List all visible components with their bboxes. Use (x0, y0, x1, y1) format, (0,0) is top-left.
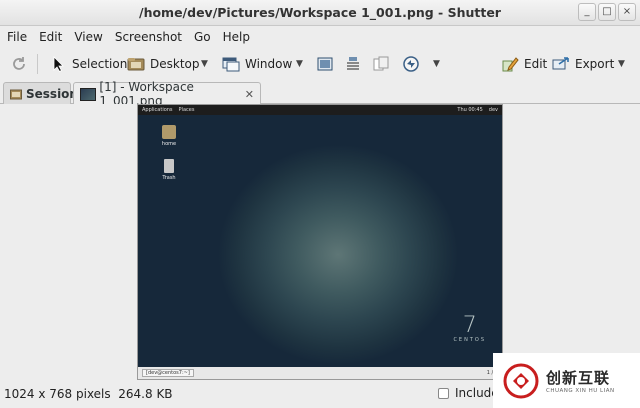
preview-home-icon: home (154, 125, 184, 147)
globe-icon (402, 55, 420, 73)
refresh-button[interactable] (10, 51, 28, 77)
window-title: /home/dev/Pictures/Workspace 1_001.png -… (139, 5, 501, 20)
desktop-dropdown-chevron-icon[interactable]: ▼ (201, 59, 208, 69)
preview-user: dev (488, 107, 498, 113)
tooltip-capture-button[interactable] (344, 51, 362, 77)
globe-capture-button[interactable] (402, 51, 420, 77)
cursor-arrow-icon (49, 55, 67, 73)
export-label: Export (575, 57, 615, 71)
tab-bar: Session [1] - Workspace 1_001.png ✕ (0, 80, 640, 108)
tab-session[interactable]: Session (3, 82, 78, 104)
desktop-button[interactable]: Desktop (127, 51, 200, 77)
tab-workspace-image[interactable]: [1] - Workspace 1_001.png ✕ (73, 80, 261, 108)
image-info: 1024 x 768 pixels 264.8 KB (4, 387, 173, 401)
image-view-area[interactable]: Applications Places Thu 00:45 dev home T… (0, 104, 640, 380)
watermark-icon (503, 363, 539, 398)
menu-screenshot[interactable]: Screenshot (115, 30, 182, 44)
refresh-icon (10, 55, 28, 73)
watermark-english: CHUANG XIN HU LIAN (546, 388, 615, 394)
web-capture-button[interactable] (372, 51, 390, 77)
preview-trash-icon: Trash (154, 159, 184, 181)
window-icon (222, 55, 240, 73)
export-icon (552, 55, 570, 73)
export-dropdown-chevron-icon[interactable]: ▼ (618, 59, 625, 69)
edit-button[interactable]: Edit (501, 51, 547, 77)
window-label: Window (245, 57, 293, 71)
desktop-label: Desktop (150, 57, 200, 71)
include-cursor-option[interactable]: Include (438, 386, 499, 400)
preview-top-panel: Applications Places Thu 00:45 dev (138, 105, 502, 115)
preview-places: Places (178, 107, 195, 113)
menu-bar: File Edit View Screenshot Go Help (0, 26, 640, 48)
tab-close-icon[interactable]: ✕ (245, 88, 254, 101)
window-button[interactable]: Window (222, 51, 292, 77)
image-thumbnail-icon (80, 87, 97, 101)
centos-logo-number: 7 (462, 313, 477, 338)
session-icon (10, 88, 22, 100)
menu-edit[interactable]: Edit (39, 30, 62, 44)
menu-capture-button[interactable] (316, 51, 334, 77)
export-button[interactable]: Export (552, 51, 614, 77)
include-checkbox[interactable] (438, 387, 449, 399)
tab-session-label: Session (26, 86, 78, 101)
preview-trash-label: Trash (162, 175, 176, 181)
edit-label: Edit (524, 57, 548, 71)
close-button[interactable]: × (618, 3, 636, 21)
more-dropdown-chevron-icon[interactable]: ▼ (433, 59, 440, 69)
preview-bottom-panel: [dev@centos7:~] 1 / 4 (138, 367, 502, 379)
centos-logo-text: CENTOS (453, 337, 486, 343)
window-dropdown-chevron-icon[interactable]: ▼ (296, 59, 303, 69)
menu-view[interactable]: View (74, 30, 102, 44)
toolbar: Selection Desktop ▼ Window ▼ ▼ Edit Expo… (0, 48, 640, 80)
menu-help[interactable]: Help (223, 30, 250, 44)
edit-pencil-icon (501, 55, 519, 73)
watermark-chinese: 创新互联 (546, 369, 611, 387)
selection-button[interactable]: Selection (49, 51, 127, 77)
selection-label: Selection (72, 57, 128, 71)
desktop-folder-icon (127, 55, 145, 73)
preview-task-button: [dev@centos7:~] (142, 369, 194, 377)
watermark-logo: 创新互联 CHUANG XIN HU LIAN (493, 353, 640, 408)
screenshot-preview: Applications Places Thu 00:45 dev home T… (137, 104, 503, 380)
minimize-button[interactable]: _ (578, 3, 596, 21)
preview-applications: Applications (142, 107, 173, 113)
preview-desktop: home Trash 7 CENTOS (138, 115, 502, 369)
tooltip-capture-icon (344, 55, 362, 73)
menu-capture-icon (316, 55, 334, 73)
preview-clock: Thu 00:45 (457, 107, 483, 113)
web-page-icon (372, 55, 390, 73)
menu-file[interactable]: File (7, 30, 27, 44)
window-controls: _ □ × (578, 3, 636, 21)
centos-logo: 7 CENTOS (453, 313, 486, 344)
toolbar-separator (37, 54, 38, 74)
preview-home-label: home (161, 141, 177, 147)
title-bar: /home/dev/Pictures/Workspace 1_001.png -… (0, 0, 640, 26)
menu-go[interactable]: Go (194, 30, 211, 44)
maximize-button[interactable]: □ (598, 3, 616, 21)
